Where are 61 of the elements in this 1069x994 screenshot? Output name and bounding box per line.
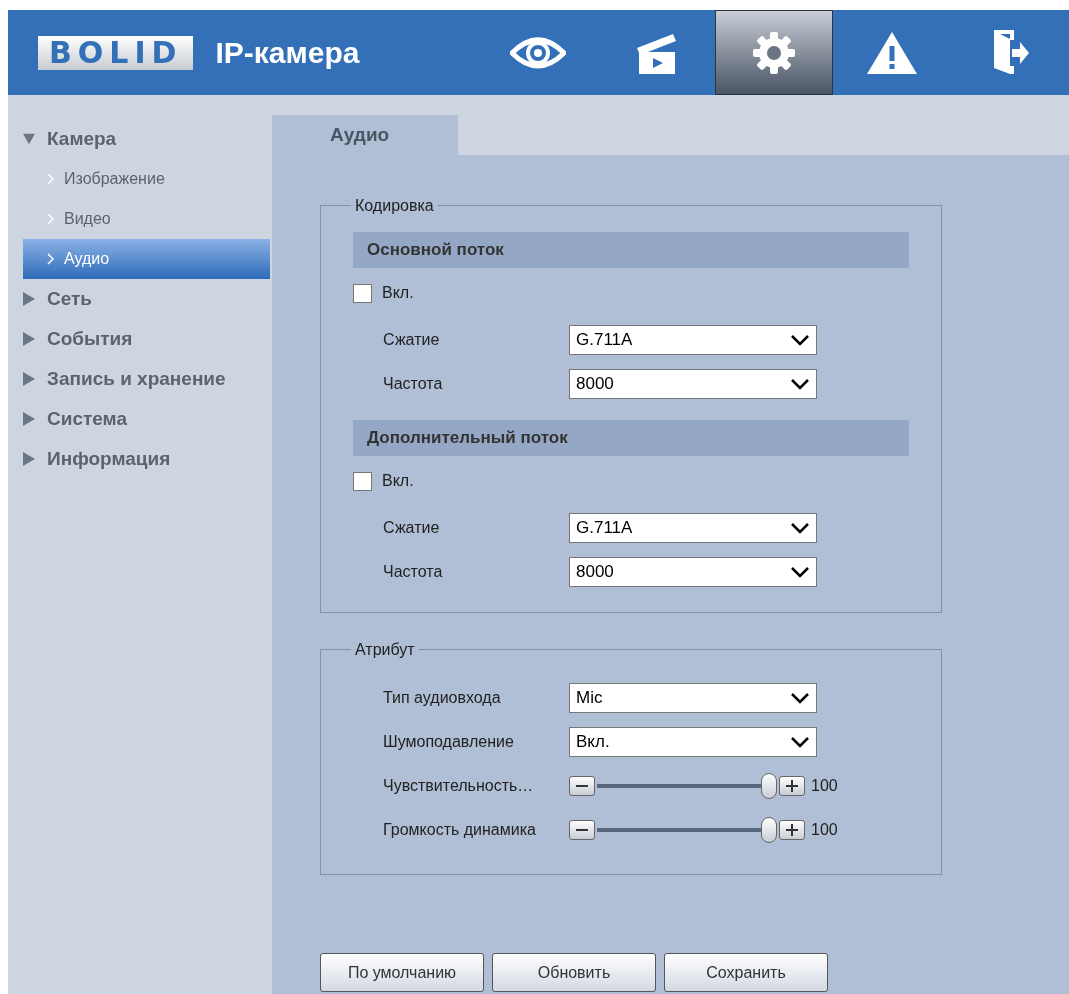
sidebar-item[interactable]: Сеть [23,279,272,319]
section-header: Основной поток [353,232,909,268]
collapsed-arrow-icon [23,452,35,466]
chevron-icon [47,173,54,185]
slider-handle[interactable] [761,773,777,799]
dropdown[interactable]: Mic [569,683,817,713]
caret-icon [790,692,810,704]
action-button[interactable]: Обновить [492,953,656,992]
settings-icon [751,29,797,76]
chevron-icon [47,253,54,265]
dropdown[interactable]: 8000 [569,557,817,587]
action-button[interactable]: По умолчанию [320,953,484,992]
plus-button[interactable] [779,776,805,796]
caret-icon [790,522,810,534]
checkbox[interactable]: Вкл. [353,268,941,318]
minus-button[interactable] [569,820,595,840]
dropdown[interactable]: Вкл. [569,727,817,757]
action-button[interactable]: Сохранить [664,953,828,992]
collapsed-arrow-icon [23,292,35,306]
collapsed-arrow-icon [23,372,35,386]
minus-icon [576,829,588,831]
slider-value: 100 [811,820,838,840]
section-header: Дополнительный поток [353,420,909,456]
collapsed-arrow-icon [23,412,35,426]
chevron-icon [47,213,54,225]
sidebar-item[interactable]: События [23,319,272,359]
sidebar-subitem[interactable]: Изображение [23,159,270,199]
nav-button[interactable] [715,10,833,95]
expanded-arrow-icon [23,133,35,145]
field-label: Чувствительность… [383,776,535,796]
minus-button[interactable] [569,776,595,796]
sidebar-item[interactable]: Запись и хранение [23,359,272,399]
dropdown[interactable]: 8000 [569,369,817,399]
checkbox[interactable]: Вкл. [353,456,941,506]
field-label: Тип аудиовхода [383,688,502,708]
tab[interactable]: Аудио [272,115,458,155]
plus-button[interactable] [779,820,805,840]
plus-icon [786,780,798,792]
sidebar-subitem[interactable]: Видео [23,199,270,239]
caret-icon [790,736,810,748]
caret-icon [790,378,810,390]
logo: BOLID [38,35,194,70]
field-label: Сжатие [383,518,441,538]
collapsed-arrow-icon [23,332,35,346]
dropdown[interactable]: G.711A [569,513,817,543]
caret-icon [790,566,810,578]
field-label: Громкость динамика [383,820,537,840]
sidebar-item[interactable]: Информация [23,439,272,479]
caret-icon [790,334,810,346]
slider-value: 100 [811,776,838,796]
plus-icon [786,824,798,836]
dropdown[interactable]: G.711A [569,325,817,355]
field-label: Частота [383,562,444,582]
field-label: Шумоподавление [383,732,515,752]
app-title: IP-камера [215,35,361,71]
field-label: Частота [383,374,444,394]
sidebar-item[interactable]: Камера [23,119,272,159]
field-label: Сжатие [383,330,441,350]
slider-handle[interactable] [761,817,777,843]
sidebar-item[interactable]: Система [23,399,272,439]
minus-icon [576,785,588,787]
